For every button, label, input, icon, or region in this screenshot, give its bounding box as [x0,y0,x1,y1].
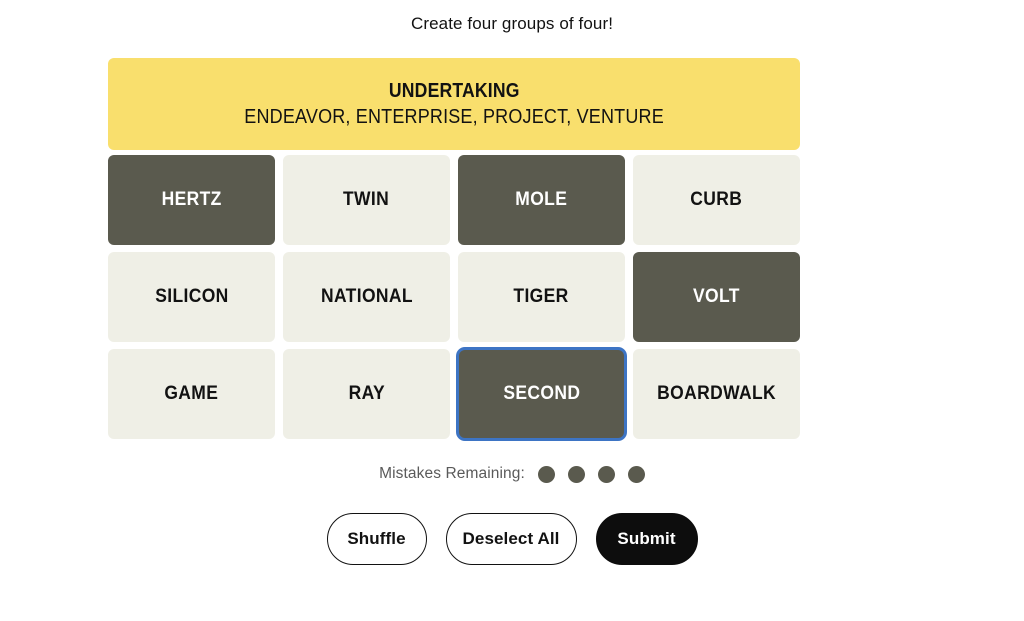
word-tile-label: VOLT [693,286,740,307]
mistakes-remaining-label: Mistakes Remaining: [379,465,525,482]
mistake-dot [627,465,645,483]
word-tile[interactable]: RAY [283,349,450,439]
word-tile-label: NATIONAL [320,286,413,307]
word-grid: HERTZ TWIN MOLE CURB SILICON NATIONAL TIGER VOL… [108,155,800,441]
game-board: UNDERTAKING ENDEAVOR, ENTERPRISE, PROJEC… [108,58,800,441]
word-tile-label: BOARDWALK [657,383,776,404]
word-tile[interactable]: NATIONAL [283,252,450,342]
deselect-all-button[interactable]: Deselect All [445,513,577,565]
word-tile[interactable]: SECOND [456,347,627,441]
word-tile-label: RAY [348,383,385,404]
mistake-dot [597,465,615,483]
word-tile-label: SECOND [502,383,580,404]
word-tile[interactable]: TWIN [283,155,450,245]
solved-category-words: ENDEAVOR, ENTERPRISE, PROJECT, VENTURE [244,106,664,128]
page-instruction: Create four groups of four! [410,14,614,33]
mistakes-remaining: Mistakes Remaining: [0,465,1024,483]
word-tile-label: TIGER [513,286,570,307]
word-tile-label: SILICON [154,286,229,307]
word-tile-label: CURB [690,189,743,210]
mistakes-dots [537,465,645,483]
mistake-dot [567,465,585,483]
word-tile[interactable]: VOLT [633,252,800,342]
word-tile[interactable]: TIGER [458,252,625,342]
submit-button[interactable]: Submit [595,513,698,565]
word-tile-label: TWIN [343,189,390,210]
mistake-dot [537,465,555,483]
word-tile[interactable]: HERTZ [108,155,275,245]
shuffle-button[interactable]: Shuffle [326,513,427,565]
word-tile[interactable]: MOLE [458,155,625,245]
action-buttons: Shuffle Deselect All Submit [0,513,1024,565]
word-tile[interactable]: SILICON [108,252,275,342]
word-tile-label: HERTZ [161,189,222,210]
connections-game: Create four groups of four! UNDERTAKING … [0,0,1024,621]
solved-category-row: UNDERTAKING ENDEAVOR, ENTERPRISE, PROJEC… [108,58,800,150]
word-tile-label: MOLE [515,189,568,210]
word-tile[interactable]: CURB [633,155,800,245]
solved-category-title: UNDERTAKING [388,80,520,102]
word-tile-label: GAME [164,383,219,404]
word-tile[interactable]: GAME [108,349,275,439]
word-tile[interactable]: BOARDWALK [633,349,800,439]
